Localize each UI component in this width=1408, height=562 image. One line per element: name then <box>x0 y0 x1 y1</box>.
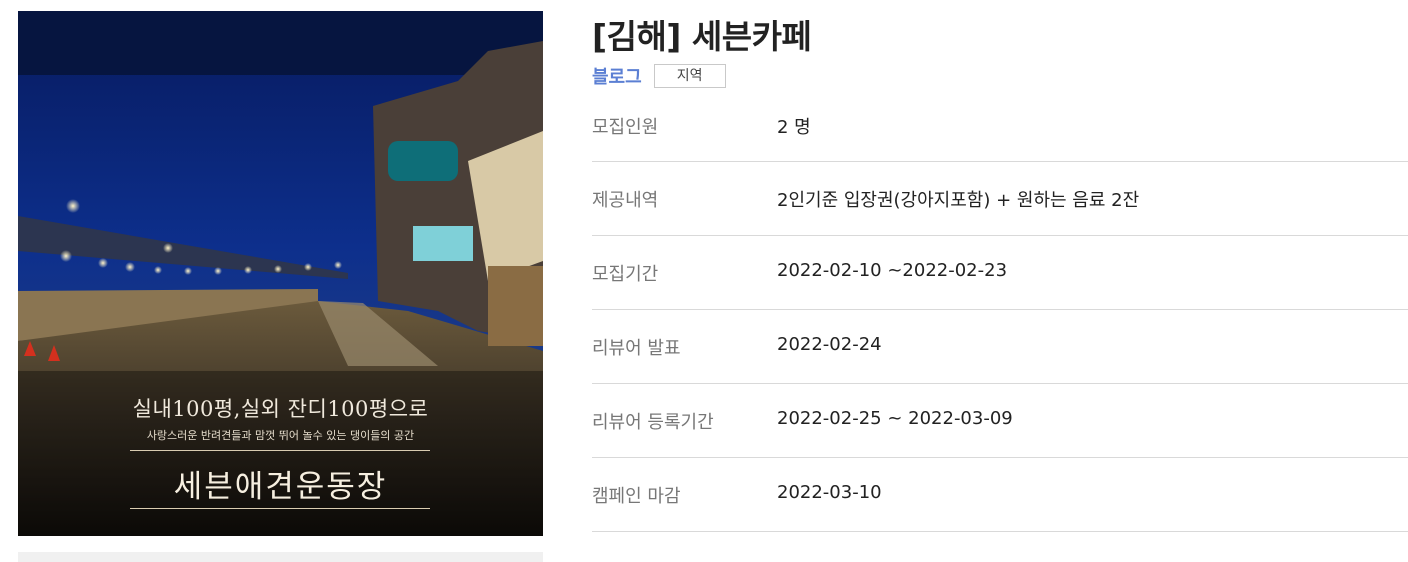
photo-subline: 사랑스러운 반려견들과 맘껏 뛰어 놀수 있는 댕이들의 공간 <box>146 429 415 442</box>
detail-label: 캠페인 마감 <box>592 486 681 507</box>
detail-value: 2022-02-10 ~2022-02-23 <box>777 260 1008 281</box>
detail-label: 리뷰어 등록기간 <box>592 412 714 433</box>
category-badge: 지역 <box>653 64 726 88</box>
campaign-detail-table: 모집인원 2 명 제공내역 2인기준 입장권(강아지포함) + 원하는 음료 2… <box>592 89 1408 532</box>
detail-row-review-period: 리뷰어 등록기간 2022-02-25 ~ 2022-03-09 <box>592 384 1408 458</box>
campaign-tags: 블로그 지역 <box>592 63 726 89</box>
detail-row-offer: 제공내역 2인기준 입장권(강아지포함) + 원하는 음료 2잔 <box>592 162 1408 236</box>
night-scene-illustration <box>18 11 543 536</box>
detail-row-campaign-end: 캠페인 마감 2022-03-10 <box>592 458 1408 532</box>
detail-label: 모집기간 <box>592 264 659 285</box>
detail-label: 리뷰어 발표 <box>592 338 681 359</box>
campaign-title: [김해] 세븐카페 <box>592 17 812 56</box>
detail-value: 2인기준 입장권(강아지포함) + 원하는 음료 2잔 <box>777 190 1140 211</box>
photo-divider-bottom <box>130 508 430 509</box>
photo-bottom-bar <box>18 552 543 562</box>
detail-value: 2022-02-25 ~ 2022-03-09 <box>777 408 1013 429</box>
detail-row-announcement: 리뷰어 발표 2022-02-24 <box>592 310 1408 384</box>
channel-tag: 블로그 <box>592 67 642 88</box>
photo-headline: 실내100평,실외 잔디100평으로 <box>132 397 429 421</box>
detail-row-recruit-period: 모집기간 2022-02-10 ~2022-02-23 <box>592 236 1408 310</box>
detail-value: 2022-03-10 <box>777 482 882 503</box>
photo-divider-top <box>130 450 430 451</box>
detail-value: 2 명 <box>777 117 811 138</box>
campaign-photo: 실내100평,실외 잔디100평으로 사랑스러운 반려견들과 맘껏 뛰어 놀수 … <box>18 11 543 536</box>
detail-label: 모집인원 <box>592 117 659 138</box>
detail-row-recruit-count: 모집인원 2 명 <box>592 89 1408 162</box>
photo-place-name: 세븐애견운동장 <box>173 469 388 505</box>
detail-label: 제공내역 <box>592 190 659 211</box>
detail-value: 2022-02-24 <box>777 334 882 355</box>
